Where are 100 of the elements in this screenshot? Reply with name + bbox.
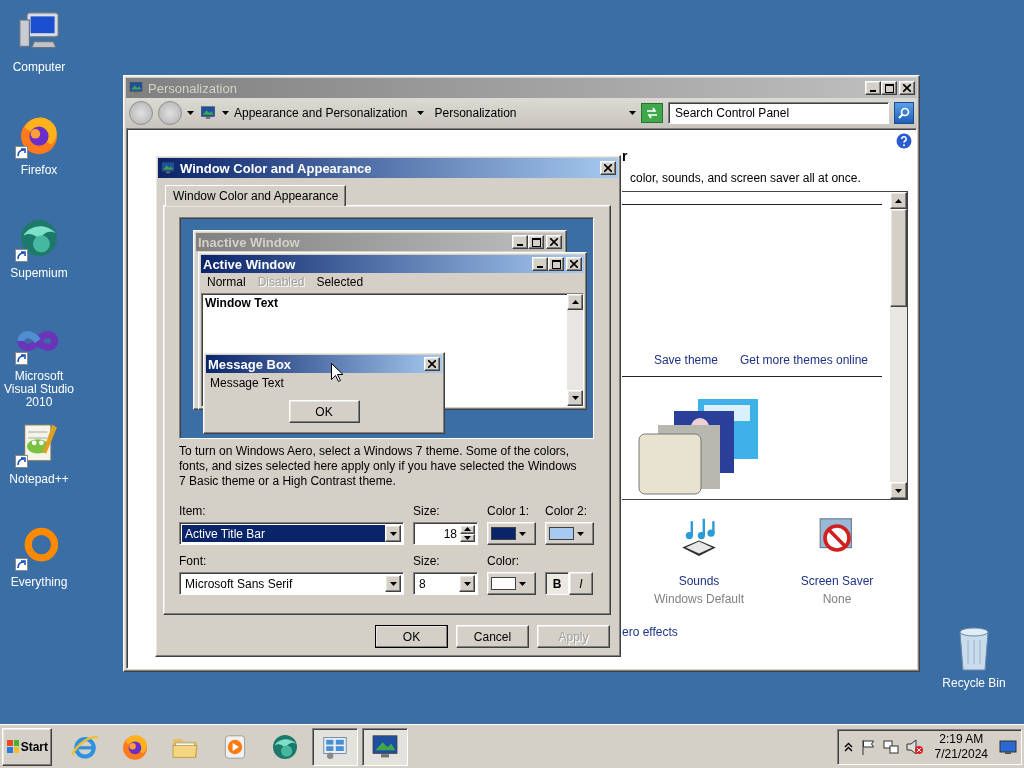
- bold-button[interactable]: B: [545, 572, 569, 595]
- dropdown-caret-icon: [629, 111, 636, 115]
- minimize-button[interactable]: [865, 81, 881, 95]
- search-icon: [898, 107, 910, 119]
- icon-label: Firefox: [20, 164, 58, 177]
- search-button[interactable]: [894, 102, 914, 124]
- close-icon: [428, 360, 436, 368]
- setting-link[interactable]: Screen Saver: [800, 574, 874, 588]
- setting-link[interactable]: Sounds: [678, 574, 720, 588]
- monitor-icon: [199, 104, 217, 122]
- caret-icon: [187, 111, 194, 115]
- field-label: Color 1:: [487, 504, 531, 518]
- setting-value: Windows Default: [653, 592, 744, 606]
- message-text: Message Text: [209, 375, 285, 392]
- tab[interactable]: Window Color and Appearance: [165, 185, 347, 206]
- description: color, sounds, and screen saver all at once.: [629, 171, 862, 185]
- scroll-thumb[interactable]: [890, 209, 907, 307]
- close-button[interactable]: [424, 357, 440, 371]
- flag-icon[interactable]: [859, 738, 876, 755]
- muted-speaker-icon[interactable]: [905, 738, 924, 755]
- maximize-icon: [551, 259, 561, 269]
- dialog-button[interactable]: OK: [375, 625, 448, 648]
- font-size-dropdown[interactable]: 8: [413, 572, 478, 595]
- caret-icon: [389, 581, 397, 586]
- refresh-button[interactable]: [641, 103, 663, 123]
- aero-effects-link[interactable]: ero effects: [622, 625, 678, 639]
- windows-logo-icon: [6, 738, 19, 755]
- theme-link[interactable]: Save theme: [653, 353, 718, 367]
- color-picker[interactable]: [487, 572, 536, 595]
- help-icon[interactable]: [896, 133, 912, 149]
- maximize-button[interactable]: [528, 235, 544, 249]
- close-button[interactable]: [899, 81, 915, 95]
- field-label: Font:: [179, 554, 208, 568]
- ok-button[interactable]: OK: [288, 400, 360, 423]
- caret-icon: [571, 396, 579, 400]
- close-icon: [903, 84, 911, 92]
- icon-label: Recycle Bin: [942, 677, 1006, 690]
- search-field[interactable]: Search Control Panel: [668, 102, 889, 124]
- clock-date: 7/21/2024: [934, 746, 988, 762]
- color-picker[interactable]: [487, 522, 536, 545]
- caret-icon: [389, 531, 397, 536]
- breadcrumb-item[interactable]: Personalization: [434, 106, 517, 120]
- maximize-button[interactable]: [881, 81, 897, 95]
- window-title: Active Window: [203, 256, 297, 272]
- show-desktop-icon[interactable]: [999, 738, 1017, 755]
- maximize-button[interactable]: [548, 257, 564, 271]
- close-button[interactable]: [546, 235, 562, 249]
- icon-label: Supemium: [10, 267, 68, 280]
- field-label: Item:: [179, 504, 207, 518]
- icon-label: Computer: [12, 61, 66, 74]
- setting-value: None: [822, 592, 852, 606]
- close-button[interactable]: [600, 161, 616, 175]
- font-dropdown[interactable]: Microsoft Sans Serif: [179, 572, 404, 595]
- refresh-icon: [645, 107, 659, 119]
- chevron-up-icon[interactable]: [843, 741, 853, 752]
- maximize-icon: [884, 83, 894, 93]
- theme-link[interactable]: Get more themes online: [739, 353, 868, 367]
- taskbar-button[interactable]: [362, 727, 408, 766]
- monitor-icon: [128, 80, 144, 96]
- caret-icon: [519, 581, 526, 586]
- minimize-button[interactable]: [532, 257, 548, 271]
- caret-icon: [519, 531, 526, 536]
- caret-icon: [577, 531, 584, 536]
- caret-icon: [895, 488, 902, 493]
- icon-label: Everything: [10, 576, 68, 589]
- maximize-icon: [531, 237, 541, 247]
- up-arrow-icon: [464, 527, 471, 532]
- taskbar-button[interactable]: [312, 727, 358, 766]
- breadcrumb-item[interactable]: Appearance and Personalization: [234, 106, 408, 120]
- field-label: Color:: [487, 554, 520, 568]
- up-arrow-icon: [571, 300, 579, 304]
- network-icon[interactable]: [882, 738, 899, 755]
- close-icon: [604, 164, 612, 172]
- heading: r: [622, 148, 629, 165]
- description: To turn on Windows Aero, select a Windows 7 theme. Some of the colors, fonts, and sizes selected here apply only if you have selected the Windows 7 Basic theme or a High Contrast theme.: [179, 444, 578, 489]
- clock-time: 2:19 AM: [939, 731, 984, 747]
- field-label: Size:: [413, 504, 441, 518]
- up-arrow-icon: [895, 198, 902, 203]
- close-icon: [550, 238, 558, 246]
- mouse-pointer-icon: [331, 363, 343, 382]
- window-text: Window Text: [204, 295, 279, 312]
- item-dropdown[interactable]: Active Title Bar: [179, 522, 404, 545]
- color-picker[interactable]: [545, 522, 594, 545]
- size-spinner[interactable]: 18: [413, 522, 478, 545]
- caret-icon: [222, 111, 229, 115]
- window-title: Inactive Window: [198, 234, 301, 250]
- icon-label: Notepad++: [9, 473, 69, 486]
- close-icon: [570, 260, 578, 268]
- caret-icon: [463, 581, 471, 586]
- caret-icon: [417, 111, 425, 115]
- italic-button[interactable]: I: [569, 572, 593, 595]
- dialog-button[interactable]: Cancel: [456, 625, 529, 648]
- window-title: Message Box: [208, 356, 293, 372]
- field-label: Color 2:: [545, 504, 589, 518]
- field-label: Size:: [413, 554, 441, 568]
- close-button[interactable]: [566, 257, 582, 271]
- window-title: Personalization: [148, 80, 238, 96]
- minimize-button[interactable]: [512, 235, 528, 249]
- start-button[interactable]: Start: [2, 727, 52, 766]
- monitor-icon: [160, 160, 176, 176]
